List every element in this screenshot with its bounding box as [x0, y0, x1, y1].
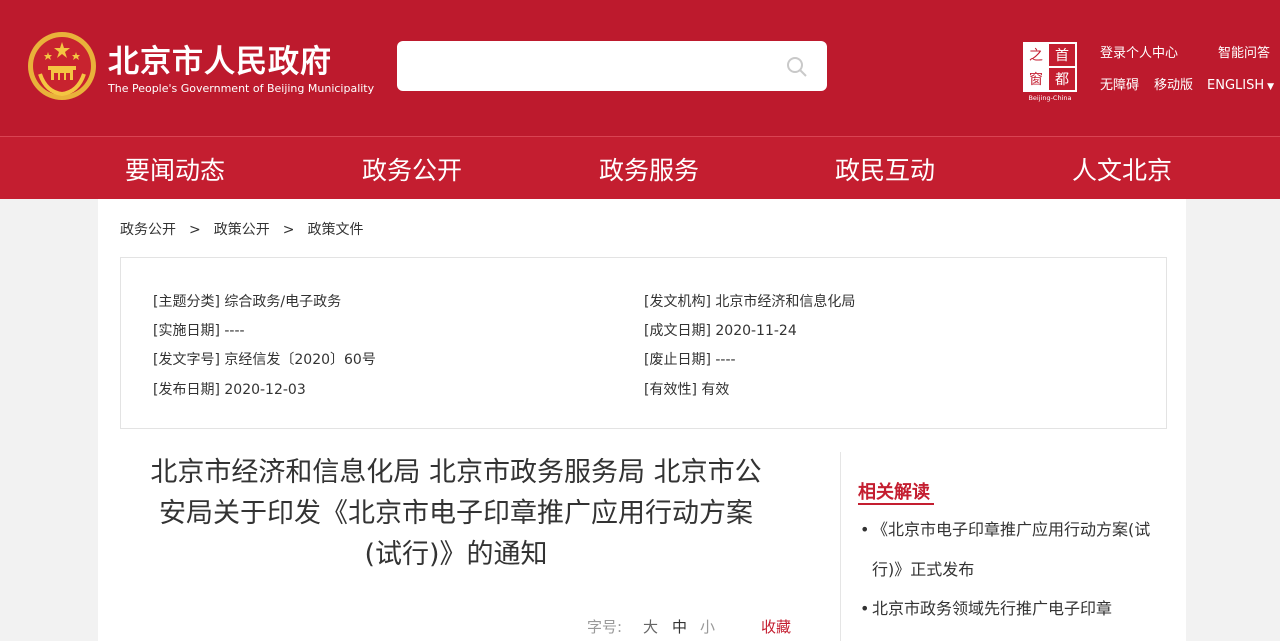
site-name-en[interactable]: The People's Government of Beijing Munic… [108, 82, 374, 95]
nav-item-interaction[interactable]: 政民互动 [835, 151, 935, 187]
nav-item-news[interactable]: 要闻动态 [125, 151, 225, 187]
info-topic: [主题分类] 综合政务/电子政务 [153, 294, 342, 310]
related-item[interactable]: • 《北京市电子印章推广应用行动方案(试行)》正式发布 [860, 510, 1170, 590]
nav-item-gov-service[interactable]: 政务服务 [599, 151, 699, 187]
national-emblem-icon[interactable] [26, 30, 98, 102]
breadcrumb-item[interactable]: 政策文件 [307, 222, 363, 238]
related-item-label: 《北京市电子印章推广应用行动方案(试行)》正式发布 [872, 520, 1151, 579]
chevron-down-icon: ▼ [1267, 82, 1275, 92]
search-icon[interactable] [786, 56, 808, 78]
article-title: 北京市经济和信息化局 北京市政务服务局 北京市公 安局关于印发《北京市电子印章推… [118, 452, 794, 575]
article-title-line: (试行)》的通知 [364, 539, 548, 570]
info-publish-date: [发布日期] 2020-12-03 [153, 382, 306, 398]
english-link[interactable]: ENGLISH ▼ [1207, 78, 1274, 93]
related-heading: 相关解读 [858, 482, 930, 503]
breadcrumb-item[interactable]: 政务公开 [120, 222, 176, 238]
favorite-button[interactable]: 收藏 [761, 616, 791, 637]
font-size-small-button[interactable]: 小 [700, 616, 715, 637]
related-item-label: 北京市政务领域先行推广电子印章 [872, 599, 1113, 618]
bullet-icon: • [860, 520, 870, 539]
main-nav: 要闻动态 政务公开 政务服务 政民互动 人文北京 [0, 136, 1280, 199]
font-size-label: 字号: [587, 618, 623, 636]
site-name-cn[interactable]: 北京市人民政府 [108, 36, 332, 81]
nav-item-gov-open[interactable]: 政务公开 [362, 151, 462, 187]
login-link[interactable]: 登录个人中心 [1100, 42, 1178, 61]
related-item[interactable]: • 北京市政务领域先行推广电子印章 [860, 589, 1170, 629]
info-doc-number: [发文字号] 京经信发〔2020〕60号 [153, 352, 376, 368]
breadcrumb-separator: > [189, 222, 201, 238]
svg-text:窗: 窗 [1029, 71, 1043, 88]
capital-logo-icon[interactable]: 首 都 之 窗 Beijing-China [1020, 40, 1080, 102]
accessibility-link[interactable]: 无障碍 [1100, 74, 1139, 93]
info-issuer: [发文机构] 北京市经济和信息化局 [644, 294, 856, 310]
article-title-line: 安局关于印发《北京市电子印章推广应用行动方案 [159, 498, 753, 529]
info-expiry-date: [废止日期] ---- [644, 352, 736, 368]
font-size-medium-button[interactable]: 中 [672, 616, 687, 637]
document-info-box [120, 257, 1167, 429]
font-size-large-button[interactable]: 大 [643, 616, 658, 637]
svg-text:Beijing-China: Beijing-China [1028, 94, 1071, 102]
svg-text:之: 之 [1029, 48, 1043, 64]
svg-text:都: 都 [1055, 72, 1069, 88]
site-header: 北京市人民政府 The People's Government of Beiji… [0, 0, 1280, 136]
mobile-link[interactable]: 移动版 [1154, 74, 1193, 93]
info-validity: [有效性] 有效 [644, 382, 730, 398]
breadcrumb-separator: > [282, 222, 295, 238]
search-input[interactable] [397, 41, 827, 91]
english-label: ENGLISH [1207, 78, 1265, 93]
bullet-icon: • [860, 599, 870, 618]
article-title-line: 北京市经济和信息化局 北京市政务服务局 北京市公 [150, 457, 762, 488]
nav-item-culture[interactable]: 人文北京 [1072, 151, 1172, 187]
svg-text:首: 首 [1055, 48, 1069, 64]
info-written-date: [成文日期] 2020-11-24 [644, 323, 797, 339]
breadcrumb-item[interactable]: 政策公开 [214, 222, 270, 238]
column-divider [840, 452, 841, 641]
info-effective-date: [实施日期] ---- [153, 323, 245, 339]
related-heading-underline [858, 503, 934, 505]
smart-qa-link[interactable]: 智能问答 [1218, 42, 1270, 61]
breadcrumb: 政务公开 > 政策公开 > 政策文件 [120, 219, 363, 239]
